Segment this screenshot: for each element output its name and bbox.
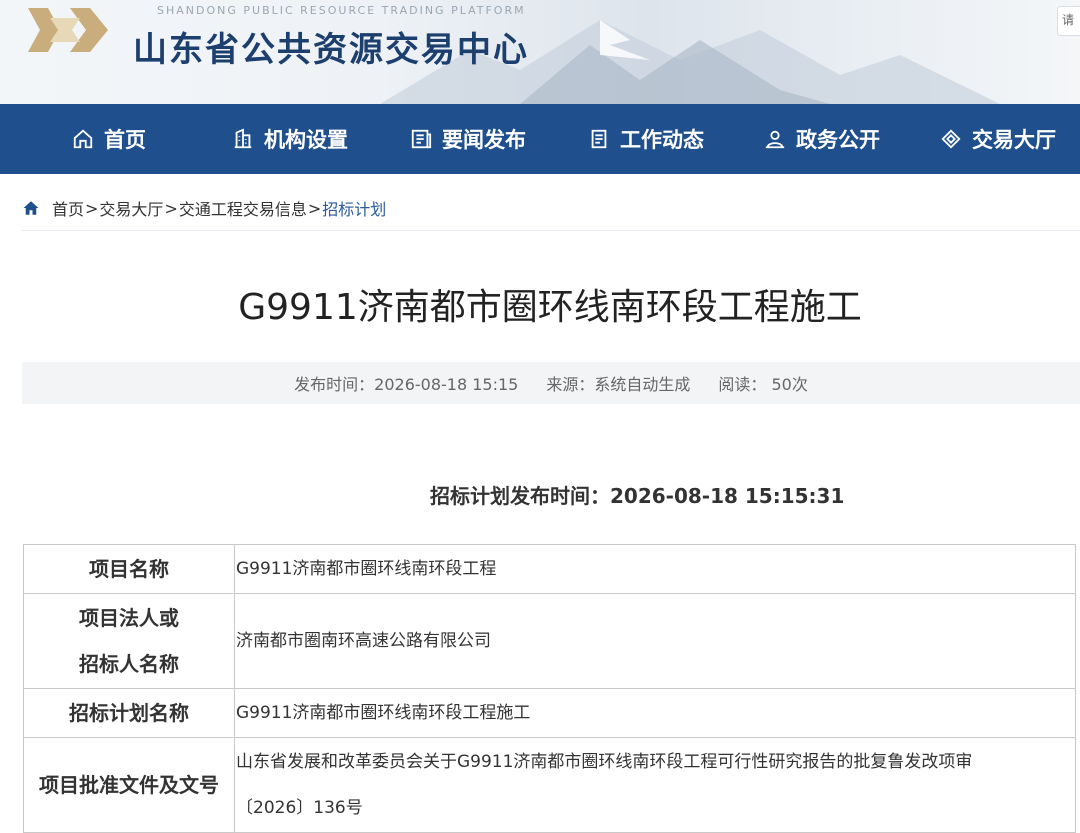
row-value-line: 〔2026〕136号: [236, 798, 363, 818]
site-subtitle: SHANDONG PUBLIC RESOURCE TRADING PLATFOR…: [157, 4, 526, 17]
search-box[interactable]: 请: [1057, 6, 1080, 36]
nav-item-label: 机构设置: [264, 128, 348, 152]
info-table: 项目名称 G9911济南都市圈环线南环段工程 项目法人或 招标人名称 济南都市圈…: [23, 544, 1076, 833]
plan-publish-time: 招标计划发布时间：2026-08-18 15:15:31: [430, 484, 845, 508]
row-label-line: 招标人名称: [79, 652, 179, 676]
nav-item-news[interactable]: 要闻发布: [410, 104, 526, 174]
publish-time: 发布时间：2026-08-18 15:15: [294, 375, 519, 394]
breadcrumb-separator: >: [307, 198, 322, 218]
main-nav: 首页 机构设置 要闻发布 工作动态 政务公开 交易大厅: [0, 104, 1080, 174]
row-label: 项目名称: [23, 544, 235, 594]
row-label: 项目批准文件及文号: [23, 737, 235, 833]
site-banner: SHANDONG PUBLIC RESOURCE TRADING PLATFOR…: [0, 0, 1080, 104]
source: 来源：系统自动生成: [546, 375, 691, 394]
row-value: 山东省发展和改革委员会关于G9911济南都市圈环线南环段工程可行性研究报告的批复…: [234, 737, 1076, 833]
nav-item-label: 工作动态: [620, 128, 704, 152]
building-icon: [234, 128, 252, 149]
breadcrumb-separator: >: [164, 198, 178, 218]
breadcrumb-home-icon[interactable]: [22, 199, 40, 217]
nav-item-label: 要闻发布: [442, 128, 526, 152]
row-value: G9911济南都市圈环线南环段工程施工: [234, 688, 1076, 738]
diamond-icon: [941, 129, 961, 149]
document-icon: [591, 129, 607, 149]
home-icon: [73, 129, 93, 149]
table-row: 项目名称 G9911济南都市圈环线南环段工程: [23, 544, 1076, 594]
nav-item-label: 政务公开: [796, 128, 880, 152]
table-row: 项目法人或 招标人名称 济南都市圈南环高速公路有限公司: [23, 593, 1076, 689]
table-row: 招标计划名称 G9911济南都市圈环线南环段工程施工: [23, 688, 1076, 738]
table-row: 项目批准文件及文号 山东省发展和改革委员会关于G9911济南都市圈环线南环段工程…: [23, 737, 1076, 833]
nav-item-work-updates[interactable]: 工作动态: [588, 104, 704, 174]
breadcrumb-item-home[interactable]: 首页: [52, 196, 84, 220]
breadcrumb-item-transport-info[interactable]: 交通工程交易信息: [179, 196, 307, 220]
nav-item-trading-hall[interactable]: 交易大厅: [940, 104, 1056, 174]
row-value: 济南都市圈南环高速公路有限公司: [234, 593, 1076, 689]
nav-item-organization[interactable]: 机构设置: [232, 104, 348, 174]
nav-item-public-affairs[interactable]: 政务公开: [764, 104, 880, 174]
breadcrumb-separator: >: [85, 198, 99, 218]
breadcrumb-item-trading-hall[interactable]: 交易大厅: [99, 196, 163, 220]
people-icon: [765, 130, 785, 149]
nav-item-label: 首页: [104, 128, 146, 152]
row-label-line: 项目法人或: [79, 606, 179, 630]
nav-item-home[interactable]: 首页: [72, 104, 146, 174]
nav-item-label: 交易大厅: [972, 128, 1056, 152]
divider: [22, 230, 1080, 231]
row-value-line: 山东省发展和改革委员会关于G9911济南都市圈环线南环段工程可行性研究报告的批复…: [236, 752, 973, 772]
row-value: G9911济南都市圈环线南环段工程: [234, 544, 1076, 594]
news-icon: [411, 129, 432, 149]
row-label: 招标计划名称: [23, 688, 235, 738]
row-label: 项目法人或 招标人名称: [23, 593, 235, 689]
view-count: 阅读： 50次: [718, 375, 808, 394]
breadcrumb: 首页 > 交易大厅 > 交通工程交易信息 > 招标计划: [22, 196, 386, 220]
breadcrumb-item-current[interactable]: 招标计划: [322, 196, 386, 220]
logo-icon: [28, 8, 108, 52]
page-title: G9911济南都市圈环线南环段工程施工: [238, 287, 862, 328]
article-meta: 发布时间：2026-08-18 15:15 来源：系统自动生成 阅读： 50次: [22, 362, 1080, 404]
site-title[interactable]: 山东省公共资源交易中心: [133, 22, 529, 71]
